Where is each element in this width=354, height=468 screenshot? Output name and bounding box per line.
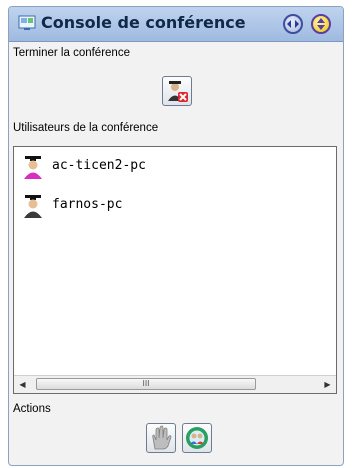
- hand-icon: [152, 425, 172, 450]
- conference-console-panel: Console de conférence Terminer la confér…: [8, 6, 344, 466]
- scroll-left-icon[interactable]: ◀: [14, 376, 31, 393]
- horizontal-scrollbar[interactable]: ◀ III ▶: [14, 375, 336, 393]
- title-bar: Console de conférence: [9, 7, 343, 42]
- end-conference-label: Terminer la conférence: [13, 47, 130, 59]
- window-title: Console de conférence: [41, 13, 246, 32]
- console-icon: [18, 15, 36, 30]
- end-conference-button[interactable]: [162, 76, 192, 106]
- end-conference-icon: [168, 81, 188, 102]
- user-pink-icon: [24, 156, 42, 179]
- share-screen-button[interactable]: [182, 423, 212, 453]
- collapse-arrows-icon[interactable]: [311, 14, 331, 34]
- user-gray-icon: [24, 195, 42, 218]
- scroll-thumb[interactable]: III: [36, 378, 256, 390]
- actions-label: Actions: [13, 403, 51, 415]
- swap-arrows-icon[interactable]: [283, 14, 303, 34]
- users-label: Utilisateurs de la conférence: [13, 122, 159, 134]
- raise-hand-button[interactable]: [146, 423, 176, 453]
- scroll-right-icon[interactable]: ▶: [319, 376, 336, 393]
- users-listbox[interactable]: ac-ticen2-pc farnos-pc ◀ III ▶: [13, 146, 337, 394]
- user-name: farnos-pc: [52, 197, 123, 212]
- share-screen-icon: [186, 427, 208, 449]
- user-name: ac-ticen2-pc: [52, 158, 146, 173]
